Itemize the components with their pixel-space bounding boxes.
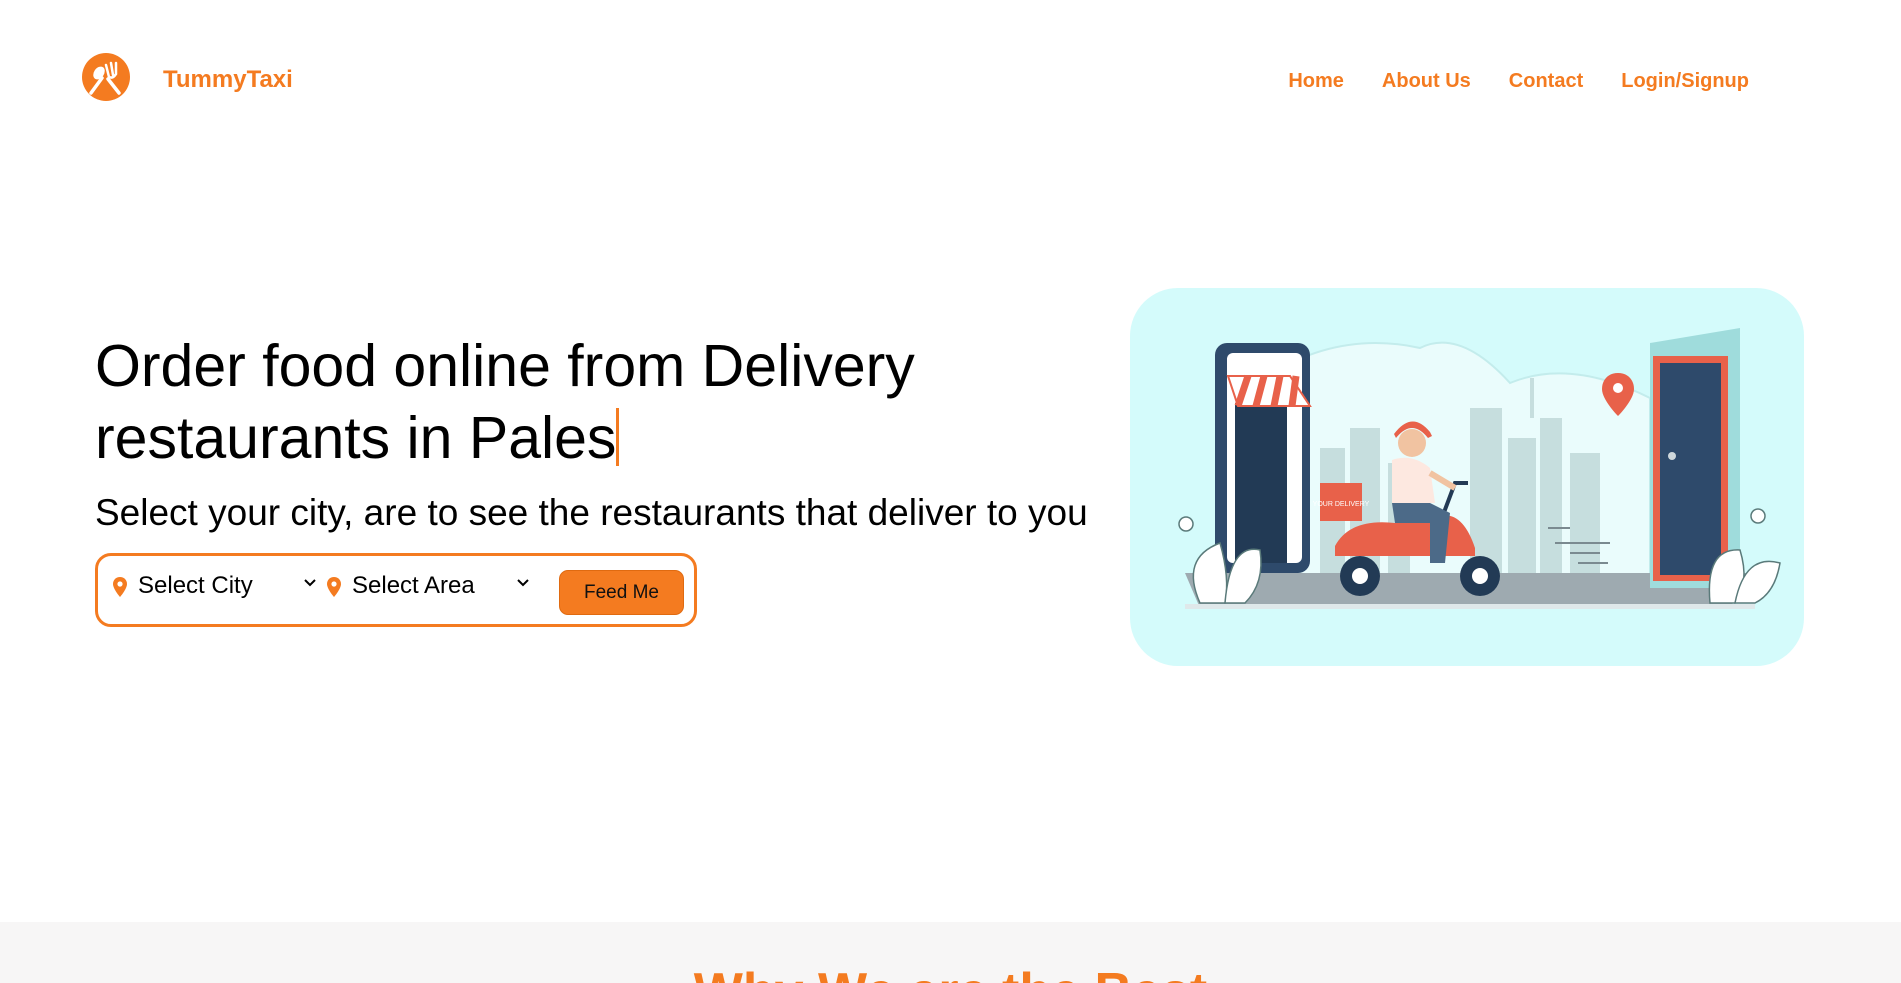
fork-spoon-logo-icon[interactable] [82, 53, 130, 101]
hero-title: Order food online from Delivery restaura… [95, 330, 1095, 474]
chevron-down-icon [304, 579, 316, 587]
area-select-label: Select Area [352, 572, 475, 599]
brand-name[interactable]: TummyTaxi [163, 66, 293, 94]
why-section: Why We are the Best [0, 922, 1901, 983]
feed-me-button[interactable]: Feed Me [559, 570, 684, 615]
area-select[interactable]: Select Area [352, 556, 542, 624]
hero-subtitle: Select your city, are to see the restaur… [95, 492, 1088, 533]
nav-about-link[interactable]: About Us [1382, 70, 1471, 93]
chevron-down-icon [517, 579, 529, 587]
typing-caret [616, 408, 620, 466]
hero-title-line2: restaurants in Pales [95, 405, 617, 471]
why-section-title: Why We are the Best [0, 962, 1901, 983]
city-select[interactable]: Select City [138, 556, 316, 624]
delivery-scooter-illustration: YOUR DELIVERY [1178, 328, 1781, 609]
city-select-label: Select City [138, 572, 253, 599]
delivery-illustration: YOUR DELIVERY [1130, 288, 1804, 666]
nav-home-link[interactable]: Home [1288, 70, 1344, 93]
main-nav: Home About Us Contact Login/Signup [1250, 70, 1749, 93]
nav-contact-link[interactable]: Contact [1509, 70, 1583, 93]
location-pin-icon [113, 577, 127, 597]
hero-title-line1: Order food online from Delivery [95, 333, 915, 399]
site-header: TummyTaxi Home About Us Contact Login/Si… [0, 0, 1901, 160]
location-pin-icon [327, 577, 341, 597]
nav-login-link[interactable]: Login/Signup [1621, 70, 1749, 93]
search-form: Select City Select Area Feed Me [95, 553, 697, 627]
delivery-box-text: YOUR DELIVERY [1313, 501, 1370, 508]
